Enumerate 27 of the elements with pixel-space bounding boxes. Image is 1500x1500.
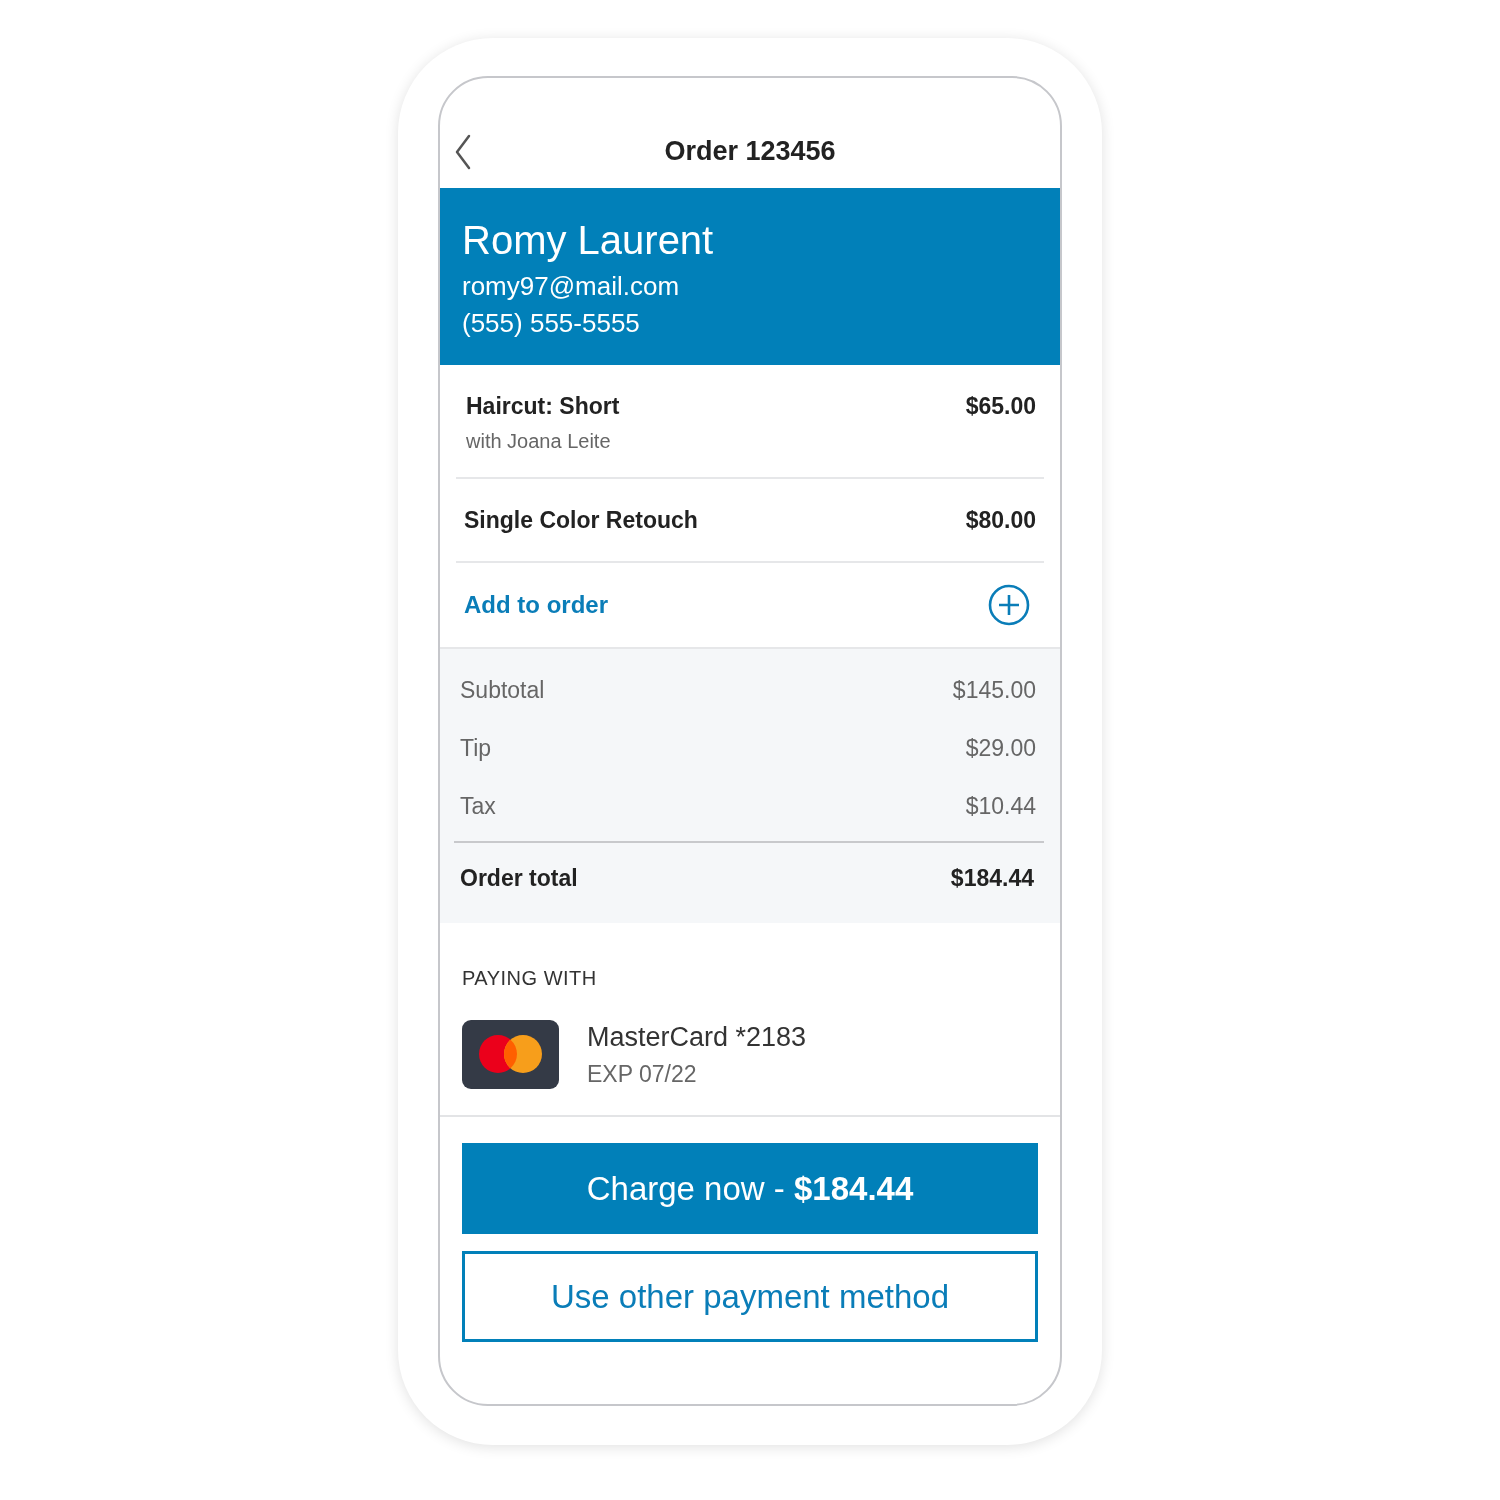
card-expiry: EXP 07/22 (587, 1060, 698, 1088)
summary-amount: $10.44 (965, 792, 1036, 820)
customer-email: romy97@mail.com (462, 271, 681, 302)
summary-amount: $29.00 (965, 734, 1036, 762)
plus-circle-icon (988, 584, 1030, 626)
charge-button[interactable]: Charge now - $184.44 (462, 1143, 1038, 1234)
add-to-order-link[interactable]: Add to order (464, 591, 608, 619)
item-name: Haircut: Short (466, 393, 620, 420)
add-button[interactable] (988, 584, 1030, 626)
customer-phone: (555) 555-5555 (462, 308, 641, 339)
item-detail: with Joana Leite (466, 430, 612, 453)
total-amount: $184.44 (950, 864, 1034, 892)
back-button[interactable] (454, 134, 472, 170)
summary-label: Tax (460, 792, 496, 820)
card-icon (462, 1020, 559, 1089)
summary-label: Tip (460, 734, 492, 762)
card-name: MasterCard *2183 (587, 1021, 807, 1053)
summary-amount: $145.00 (952, 676, 1036, 704)
section-heading: PAYING WITH (462, 967, 598, 990)
customer-name: Romy Laurent (462, 218, 715, 263)
item-price: $80.00 (965, 506, 1036, 534)
total-label: Order total (460, 864, 578, 892)
item-name: Single Color Retouch (464, 506, 698, 534)
item-price: $65.00 (965, 393, 1036, 420)
summary-label: Subtotal (460, 676, 545, 704)
screen-title: Order 123456 (664, 134, 836, 167)
other-payment-button[interactable]: Use other payment method (462, 1251, 1038, 1342)
